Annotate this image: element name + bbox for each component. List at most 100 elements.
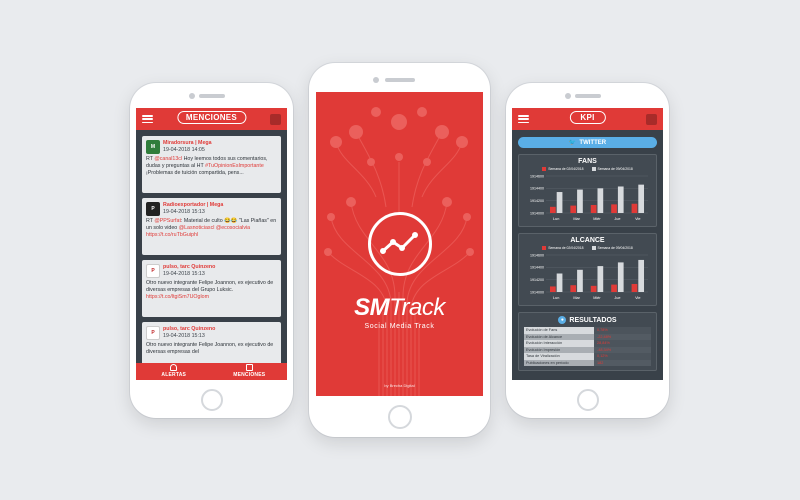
legend-item-week2: Semana de 09/04/2018 <box>591 167 633 172</box>
resultados-table: Evolución de Fans 0,78% Evolución de Alca… <box>524 327 651 367</box>
mention-author[interactable]: pulso, tarc Quinzeno <box>163 326 215 333</box>
bottom-nav: ALERTAS MENCIONES <box>136 363 287 380</box>
y-tick-label: 1914200 <box>530 278 544 282</box>
bar <box>597 188 604 214</box>
phone-kpi: KPI 🐦 TWITTER FANS Semana de 02/04/2018 … <box>506 83 669 418</box>
avatar: M <box>146 140 160 154</box>
twitter-bird-icon: ● <box>558 316 567 325</box>
y-tick-label: 1914400 <box>530 187 544 191</box>
phone-camera <box>565 93 571 99</box>
x-tick-label: Jue <box>614 296 620 300</box>
avatar: P <box>146 202 160 216</box>
menciones-topbar: MENCIONES <box>136 108 287 130</box>
bar <box>590 286 597 293</box>
nav-alertas[interactable]: ALERTAS <box>136 363 212 380</box>
bar <box>549 286 556 293</box>
mention-date: 19-04-2018 14:05 <box>163 147 205 153</box>
alcance-legend: Semana de 02/04/2018 Semana de 09/04/201… <box>524 246 651 251</box>
bar <box>617 186 624 214</box>
phone-camera <box>189 93 195 99</box>
legend-item-week1: Semana de 02/04/2018 <box>542 167 584 172</box>
y-tick-label: 1914000 <box>530 291 544 295</box>
home-button[interactable] <box>576 389 599 411</box>
hamburger-menu-icon[interactable] <box>518 115 529 123</box>
bar <box>549 206 556 214</box>
bar <box>631 203 638 214</box>
mentions-feed[interactable]: M Miradorsura | Mega 19-04-2018 14:05 RT… <box>136 130 287 379</box>
fans-legend: Semana de 02/04/2018 Semana de 09/04/201… <box>524 167 651 172</box>
phone-speaker <box>574 94 601 98</box>
bar <box>556 273 563 293</box>
profile-icon[interactable] <box>646 113 657 125</box>
mention-date: 19-04-2018 15:13 <box>163 271 205 277</box>
trend-line-icon <box>379 232 418 254</box>
mention-author[interactable]: pulso, tarc Quinzeno <box>163 264 215 271</box>
phone-splash: SMTrack Social Media Track by Brecha Dig… <box>309 63 490 437</box>
phone-speaker <box>198 94 225 98</box>
x-tick-label: Mar <box>573 296 580 300</box>
x-tick-label: Jue <box>614 217 620 221</box>
bar <box>570 205 577 214</box>
alcance-bar-chart: 1914600 1914400 1914200 1914000 Lun Mar Miér Ju… <box>530 254 648 300</box>
home-button[interactable] <box>387 405 412 429</box>
legend-item-week1: Semana de 02/04/2018 <box>542 246 584 251</box>
app-tagline: Social Media Track <box>364 323 435 330</box>
fans-card: FANS Semana de 02/04/2018 Semana de 09/0… <box>518 154 657 228</box>
phone-menciones: MENCIONES M Miradorsura | Mega 19-04-201… <box>130 83 293 418</box>
table-row: Publicaciones en período 182 <box>524 359 651 367</box>
y-tick-label: 1914400 <box>530 266 544 270</box>
phone-camera <box>373 77 379 83</box>
bar <box>577 189 583 214</box>
x-tick-label: Lun <box>553 296 559 300</box>
mention-text: RT @canal13cl Hoy leemos todos sus comen… <box>146 156 268 176</box>
alcance-title: ALCANCE <box>570 237 605 245</box>
y-tick-label: 1914200 <box>530 199 544 203</box>
twitter-button[interactable]: 🐦 TWITTER <box>518 137 657 148</box>
resultados-title: ● RESULTADOS <box>524 316 651 325</box>
x-tick-label: Lun <box>553 217 559 221</box>
hamburger-menu-icon[interactable] <box>142 115 153 123</box>
fans-title: FANS <box>578 158 597 165</box>
splash-screen: SMTrack Social Media Track by Brecha Dig… <box>316 92 483 396</box>
page-title: MENCIONES <box>176 111 247 124</box>
mention-author[interactable]: Radioexportador | Mega <box>163 202 223 209</box>
bar <box>631 284 638 293</box>
alcance-card: ALCANCE Semana de 02/04/2018 Semana de 0… <box>518 233 657 307</box>
mention-date: 19-04-2018 15:13 <box>163 333 205 339</box>
app-brand-name: SMTrack <box>354 294 445 321</box>
x-tick-label: Vie <box>635 296 640 300</box>
twitter-bird-icon: 🐦 <box>568 140 577 146</box>
x-tick-label: Vie <box>635 217 640 221</box>
profile-icon[interactable] <box>270 113 281 125</box>
mention-text: RT @PPSurfat: Material de culto 😂😂 "Las … <box>146 218 277 238</box>
bell-icon <box>170 364 178 371</box>
phone-speaker <box>384 78 415 82</box>
chat-icon <box>245 364 253 371</box>
bar <box>638 260 645 293</box>
mention-author[interactable]: Miradorsura | Mega <box>163 140 212 147</box>
app-logo-circle <box>367 212 432 276</box>
nav-menciones[interactable]: MENCIONES <box>212 363 288 380</box>
x-tick-label: Miér <box>593 296 601 300</box>
kpi-topbar: KPI <box>512 108 663 130</box>
bar <box>611 284 617 293</box>
y-tick-label: 1914000 <box>530 211 544 215</box>
mention-date: 19-04-2018 15:13 <box>163 209 205 215</box>
mention-item[interactable]: P pulso, tarc Quinzeno 19-04-2018 15:13 … <box>142 260 281 317</box>
fans-bar-chart: 1914600 1914400 1914200 1914000 Lun Mar Miér Ju… <box>530 174 648 221</box>
bar <box>617 262 624 293</box>
bar <box>570 285 577 293</box>
avatar: P <box>146 264 160 278</box>
credits-text: by Brecha Digital <box>384 383 415 388</box>
resultados-card: ● RESULTADOS Evolución de Fans 0,78% Evol… <box>518 312 657 372</box>
avatar: P <box>146 326 160 340</box>
page-title: KPI <box>569 111 606 124</box>
mention-text: Otro nuevo integrante Felipe Joannon, ex… <box>146 342 274 355</box>
kpi-screen: KPI 🐦 TWITTER FANS Semana de 02/04/2018 … <box>512 108 663 380</box>
home-button[interactable] <box>200 389 223 411</box>
bar <box>597 266 604 293</box>
bar <box>590 205 597 214</box>
mention-item[interactable]: P Radioexportador | Mega 19-04-2018 15:1… <box>142 198 281 255</box>
y-tick-label: 1914600 <box>530 174 544 178</box>
mention-item[interactable]: M Miradorsura | Mega 19-04-2018 14:05 RT… <box>142 136 281 193</box>
